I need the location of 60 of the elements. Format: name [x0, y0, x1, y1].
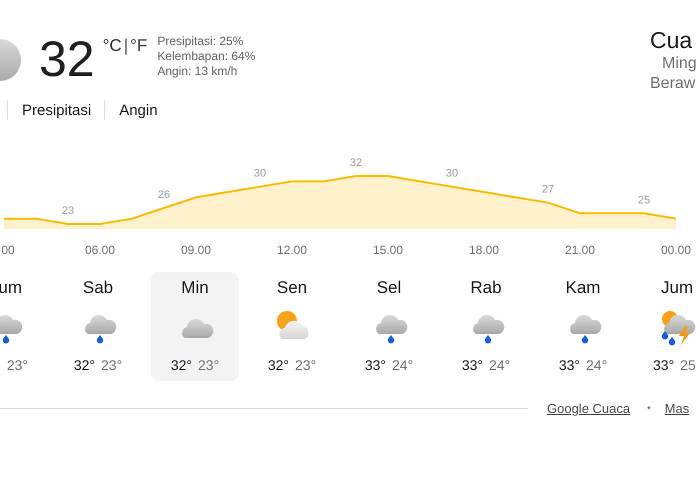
- day-forecast[interactable]: Min 32° 23°: [151, 272, 239, 381]
- temperature-label: 23: [62, 205, 74, 217]
- time-label: 00.00: [660, 243, 692, 257]
- day-forecast[interactable]: Jum 33° 25: [636, 272, 698, 381]
- time-label: 21.00: [564, 243, 596, 257]
- temperature-label: 30: [254, 168, 266, 180]
- chart-tab[interactable]: Angin: [119, 102, 158, 118]
- footer-link[interactable]: Google Cuaca: [547, 401, 630, 416]
- temperature-label: 27: [542, 184, 554, 196]
- separator-dot: •: [647, 403, 651, 414]
- time-label: 12.00: [276, 243, 308, 257]
- day-label: Rab: [470, 278, 502, 298]
- time-label: 18.00: [468, 243, 500, 257]
- day-forecast[interactable]: Sel 33° 24°: [345, 272, 433, 381]
- high-temperature: 32°: [74, 357, 95, 373]
- cloud-icon: [0, 38, 22, 82]
- low-temperature: 23°: [6, 357, 28, 373]
- celsius-link[interactable]: °C: [102, 36, 122, 56]
- unit-separator: |: [124, 36, 128, 56]
- weather-detail: Presipitasi: 25%: [157, 34, 244, 49]
- temperature-label: 25: [638, 194, 650, 206]
- high-temperature: 32°: [268, 357, 289, 373]
- temperature-label: 30: [446, 168, 458, 180]
- low-temperature: 23°: [295, 357, 316, 373]
- day-label: Min: [181, 278, 209, 298]
- location-title: Cua: [650, 26, 694, 54]
- day-time: Ming: [661, 54, 698, 74]
- high-temperature: 33°: [462, 357, 483, 373]
- high-temperature: 33°: [558, 357, 580, 373]
- footer-link[interactable]: Mas: [664, 401, 690, 416]
- low-temperature: 23°: [101, 357, 122, 373]
- low-temperature: 24°: [586, 357, 608, 373]
- day-forecast[interactable]: Kam 33° 24°: [539, 272, 627, 381]
- weather-detail: Angin: 13 km/h: [157, 64, 238, 79]
- day-forecast[interactable]: Sab 32° 23°: [54, 272, 142, 381]
- high-temperature: 32°: [170, 357, 192, 373]
- time-label: 06.00: [84, 243, 116, 257]
- day-label: Sab: [82, 278, 114, 298]
- time-label: 09.00: [180, 243, 212, 257]
- weather-condition: Beraw: [650, 74, 696, 94]
- day-label: Jum: [660, 278, 694, 298]
- day-label: Sen: [276, 278, 308, 298]
- high-temperature: 33°: [364, 357, 386, 373]
- day-label: Sel: [376, 278, 402, 298]
- day-label: Kam: [566, 278, 600, 298]
- high-temperature: 33°: [653, 357, 674, 373]
- day-forecast[interactable]: Sen 32° 23°: [248, 272, 336, 381]
- fahrenheit-link[interactable]: °F: [130, 36, 148, 56]
- current-temperature: 32: [39, 36, 95, 82]
- time-label: 15.00: [372, 243, 404, 257]
- temperature-label: 32: [350, 157, 362, 170]
- low-temperature: 23°: [198, 357, 220, 373]
- temperature-label: 26: [158, 189, 170, 201]
- weather-detail: Kelembapan: 64%: [157, 49, 256, 64]
- day-forecast[interactable]: Rab 33° 24°: [442, 272, 530, 381]
- low-temperature: 24°: [392, 357, 414, 373]
- time-label: 00: [1, 243, 15, 257]
- chart-tab[interactable]: Presipitasi: [22, 102, 92, 118]
- low-temperature: 24°: [489, 357, 510, 373]
- low-temperature: 25: [680, 357, 696, 373]
